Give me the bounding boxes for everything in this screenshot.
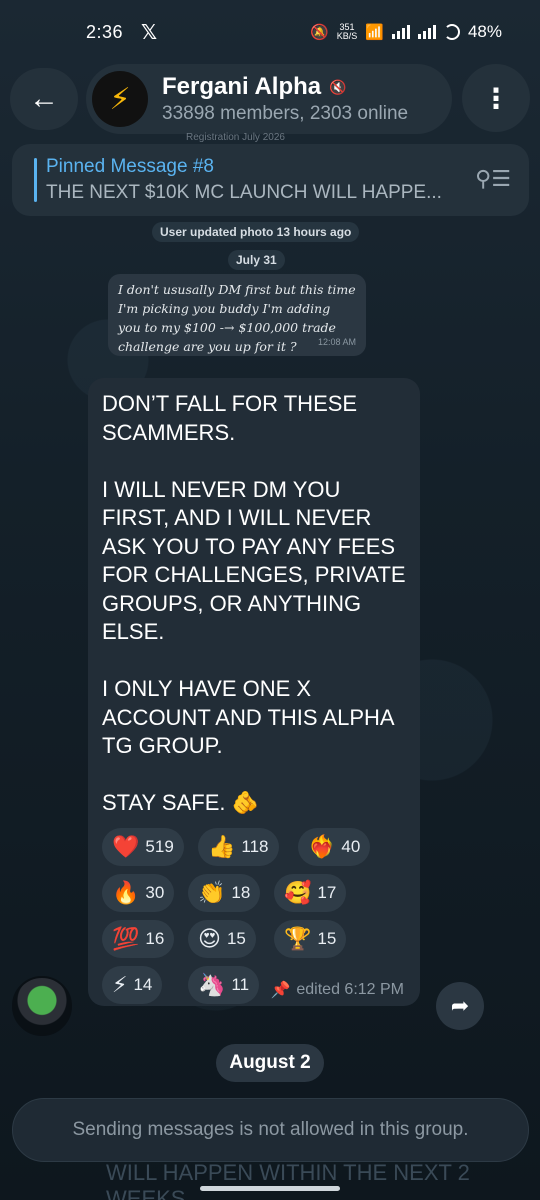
- home-indicator[interactable]: [200, 1186, 340, 1191]
- pinned-preview: THE NEXT $10K MC LAUNCH WILL HAPPE...: [46, 182, 442, 203]
- reaction-lightning[interactable]: ⚡ 14: [102, 966, 163, 1004]
- reaction-count: 15: [226, 929, 246, 948]
- reaction-count: 15: [317, 929, 337, 948]
- reaction-count: 118: [241, 837, 269, 856]
- group-members-status: 33898 members, 2303 online: [162, 103, 409, 124]
- reaction-clap[interactable]: 👏 18: [188, 874, 261, 912]
- status-bar: 2:36 𝕏 🔕 351 KB/S 📶 48%: [0, 0, 540, 64]
- wifi-icon: 📶: [365, 24, 384, 41]
- reaction-trophy[interactable]: 🏆 15: [274, 920, 347, 958]
- reaction-count: 14: [133, 975, 153, 994]
- photo-faded-text: Registration July 2026: [186, 132, 285, 143]
- x-app-icon: 𝕏: [141, 21, 158, 44]
- hundred-points-icon: 💯: [112, 926, 140, 951]
- battery-icon: [443, 24, 460, 40]
- lightning-icon: ⚡: [112, 972, 128, 997]
- reaction-thumbs-up[interactable]: 👍 118: [198, 828, 279, 866]
- battery-percent: 48%: [467, 22, 502, 41]
- group-avatar[interactable]: ⚡: [92, 71, 148, 127]
- reaction-heart[interactable]: ❤️ 519: [102, 828, 184, 866]
- unicorn-icon: 🦄: [198, 972, 226, 997]
- chat-header[interactable]: ⚡ Fergani Alpha 🔇 33898 members, 2303 on…: [86, 64, 452, 134]
- edited-time: edited 6:12 PM: [296, 981, 404, 998]
- signal-icon-2: [417, 25, 436, 39]
- message-text: DON’T FALL FOR THESE SCAMMERS. I WILL NE…: [102, 391, 406, 815]
- arrow-left-icon: ←: [29, 82, 59, 115]
- fire-icon: 🔥: [112, 880, 140, 905]
- reaction-count: 11: [231, 975, 250, 994]
- pinned-list-icon[interactable]: ⚲☰: [475, 166, 511, 192]
- reaction-fire[interactable]: 🔥 30: [102, 874, 175, 912]
- trophy-icon: 🏆: [284, 926, 312, 951]
- pinned-message-bar[interactable]: Pinned Message #8 THE NEXT $10K MC LAUNC…: [12, 144, 529, 216]
- message-bubble[interactable]: DON’T FALL FOR THESE SCAMMERS. I WILL NE…: [88, 378, 420, 1006]
- reaction-count: 16: [145, 929, 165, 948]
- restricted-input-bar: Sending messages is not allowed in this …: [12, 1098, 529, 1162]
- reaction-count: 519: [145, 837, 174, 856]
- status-time: 2:36: [86, 21, 124, 42]
- restricted-notice: Sending messages is not allowed in this …: [72, 1119, 469, 1140]
- kebab-menu-icon: ⋮: [482, 82, 510, 114]
- mute-bell-icon: 🔕: [310, 24, 329, 41]
- group-title: Fergani Alpha: [162, 73, 322, 100]
- reaction-smiling-hearts[interactable]: 🥰 17: [274, 874, 347, 912]
- heart-icon: ❤️: [112, 834, 140, 859]
- message-meta: 📌 edited 6:12 PM: [270, 980, 404, 1000]
- thumbs-up-icon: 👍: [208, 834, 236, 859]
- forward-button[interactable]: ➦: [436, 982, 484, 1030]
- lightning-icon: ⚡: [109, 82, 131, 116]
- pinned-indicator: [34, 158, 37, 202]
- sender-avatar[interactable]: [12, 976, 72, 1036]
- reaction-unicorn[interactable]: 🦄 11: [188, 966, 260, 1004]
- reaction-heart-on-fire[interactable]: ❤️‍🔥 40: [298, 828, 371, 866]
- share-arrow-icon: ➦: [450, 993, 470, 1018]
- photo-system-notice: User updated photo 13 hours ago: [152, 222, 360, 242]
- reaction-count: 40: [341, 837, 361, 856]
- more-menu-button[interactable]: ⋮: [462, 64, 530, 132]
- pinned-title: Pinned Message #8: [46, 156, 214, 177]
- photo-date-pill: July 31: [228, 250, 285, 270]
- network-speed: 351 KB/S: [337, 23, 358, 41]
- photo-dm-time: 12:08 AM: [317, 337, 356, 347]
- heart-eyes-icon: 😍: [198, 926, 221, 951]
- smiling-face-hearts-icon: 🥰: [284, 880, 312, 905]
- signal-icon-1: [391, 25, 410, 39]
- reaction-hundred[interactable]: 💯 16: [102, 920, 175, 958]
- reaction-count: 30: [145, 883, 165, 902]
- network-speed-unit: KB/S: [336, 31, 358, 41]
- heart-on-fire-icon: ❤️‍🔥: [308, 834, 336, 859]
- reaction-count: 17: [317, 883, 337, 902]
- clapping-hands-icon: 👏: [198, 880, 226, 905]
- muted-speaker-icon: 🔇: [329, 78, 347, 95]
- photo-dm-bubble: I don't ususally DM first but this time …: [108, 274, 366, 356]
- reaction-count: 18: [231, 883, 251, 902]
- reaction-heart-eyes[interactable]: 😍 15: [188, 920, 256, 958]
- date-separator: August 2: [216, 1044, 324, 1082]
- background-ghost-text: WILL HAPPEN WITHIN THE NEXT 2 WEEKS: [106, 1160, 470, 1200]
- back-button[interactable]: ←: [10, 68, 78, 130]
- pin-icon: 📌: [270, 982, 291, 999]
